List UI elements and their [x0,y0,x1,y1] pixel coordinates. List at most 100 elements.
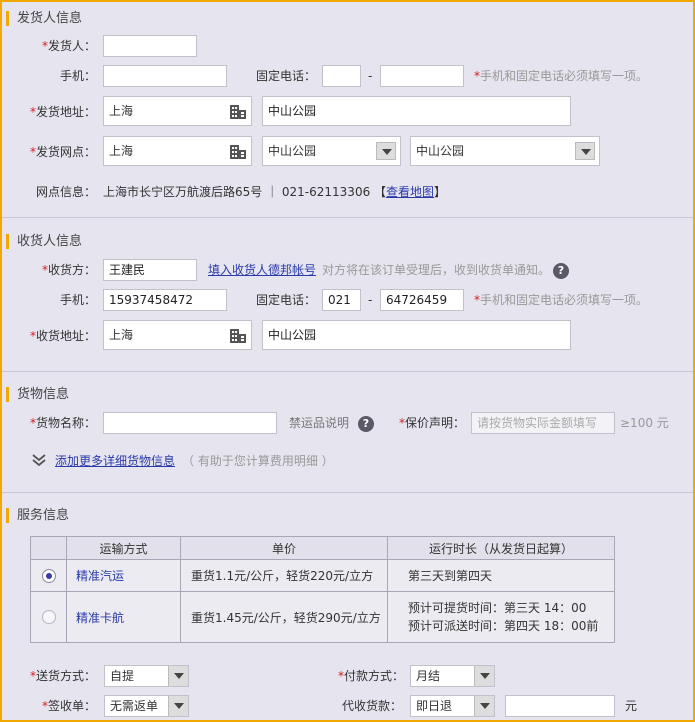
sender-name-label: *发货人： [41,39,96,53]
sender-phone-input[interactable] [380,65,464,87]
cod-label: 代收货款： [342,699,403,713]
sign-label: *签收单： [41,699,96,713]
chevron-down-icon [376,142,396,160]
order-form: 发货人信息 *发货人： 手机： 固定电话： - *手机和固定电话必须填写一项。 … [0,0,695,722]
building-icon [230,145,246,159]
goods-section-title: 货物信息 [6,387,69,402]
chevron-down-icon [474,666,494,686]
receiver-section-title: 收货人信息 [6,234,82,249]
select-value: 自提 [110,669,135,683]
chevron-down-icon [168,666,188,686]
goods-name-label: *货物名称： [29,416,96,430]
select-value: 月结 [416,669,441,683]
method-name: 精准汽运 [66,559,181,592]
section-divider [2,492,693,493]
receiver-address-detail-input[interactable]: 中山公园 [262,320,571,350]
insure-min-hint: ≥100 元 [620,416,669,430]
service-section-title: 服务信息 [6,508,69,523]
receiver-mobile-label: 手机： [59,293,96,307]
chevron-down-icon [168,696,188,716]
sender-city-value: 上海 [109,104,134,118]
double-chevron-down-icon[interactable] [32,454,46,466]
pickup-time: 预计可提货时间：第三天 14：00 [408,601,587,615]
method-price: 重货1.45元/公斤，轻货290元/立方 [180,591,388,643]
table-row[interactable]: 精准卡航 重货1.45元/公斤，轻货290元/立方 预计可提货时间：第三天 14… [30,591,615,643]
sender-mobile-label: 手机： [59,69,96,83]
sender-section-title: 发货人信息 [6,11,82,26]
sender-address-detail-input[interactable]: 中山公园 [262,96,571,126]
payment-select[interactable]: 月结 [410,665,495,687]
table-header-row: 运输方式 单价 运行时长（从发货日起算） [30,536,615,560]
section-divider [2,217,693,218]
receiver-mobile-input[interactable]: 15937458472 [103,289,227,311]
receiver-area-code-input[interactable]: 021 [322,289,361,311]
radio-unselected[interactable] [41,610,56,625]
forbidden-goods-label: 禁运品说明 [289,416,350,430]
method-name: 精准卡航 [66,591,181,643]
sender-network-district-select[interactable]: 中山公园 [262,136,401,166]
receiver-name-input[interactable]: 王建民 [103,259,197,281]
goods-details-hint: （ 有助于您计算费用明细 ） [182,454,334,468]
receiver-phone-hint: *手机和固定电话必须填写一项。 [474,293,649,307]
select-value: 无需返单 [110,699,159,713]
network-info-label: 网点信息： [35,185,96,199]
cod-amount-input[interactable] [505,695,615,717]
table-row[interactable]: 精准汽运 重货1.1元/公斤，轻货220元/立方 第三天到第四天 [30,559,615,592]
sender-network-label: *发货网点： [29,145,96,159]
sender-phone-label: 固定电话： [256,69,317,83]
receiver-city-picker[interactable]: 上海 [103,320,252,350]
chevron-down-icon [575,142,595,160]
shipping-method-table: 运输方式 单价 运行时长（从发货日起算） 精准汽运 重货1.1元/公斤，轻货22… [30,536,615,643]
radio-cell[interactable] [30,591,67,643]
account-hint: 对方将在该订单受理后，收到收货单通知。 [322,263,551,277]
insure-amount-input[interactable]: 请按货物实际金额填写 [471,412,615,434]
select-value: 中山公园 [268,144,317,158]
goods-name-input[interactable] [103,412,277,434]
view-map-link[interactable]: 查看地图 [386,185,434,199]
sender-network-city-value: 上海 [109,144,134,158]
section-divider [2,371,693,372]
receiver-city-value: 上海 [109,328,134,342]
dash-separator: - [368,69,373,83]
cod-unit: 元 [625,699,638,713]
delivery-time: 预计可派送时间：第四天 18：00前 [408,619,599,633]
sender-address-label: *发货地址： [29,105,96,119]
sender-area-code-input[interactable] [322,65,361,87]
chevron-down-icon [474,696,494,716]
table-header: 运输方式 [66,536,181,560]
receiver-name-label: *收货方： [41,263,96,277]
help-icon[interactable]: ? [553,263,569,279]
radio-selected[interactable] [41,568,56,583]
cod-select[interactable]: 即日退 [410,695,495,717]
select-value: 即日退 [416,699,453,713]
method-time: 第三天到第四天 [387,559,615,592]
sender-network-point-select[interactable]: 中山公园 [410,136,600,166]
radio-cell[interactable] [30,559,67,592]
help-icon[interactable]: ? [358,416,374,432]
receiver-phone-label: 固定电话： [256,293,317,307]
receiver-phone-input[interactable]: 64726459 [380,289,464,311]
building-icon [230,329,246,343]
table-header: 运行时长（从发货日起算） [387,536,615,560]
receiver-address-label: *收货地址： [29,329,96,343]
sender-city-picker[interactable]: 上海 [103,96,252,126]
sign-select[interactable]: 无需返单 [104,695,189,717]
method-price: 重货1.1元/公斤，轻货220元/立方 [180,559,388,592]
select-value: 中山公园 [416,144,465,158]
table-header: 单价 [180,536,388,560]
add-goods-details-link[interactable]: 添加更多详细货物信息 [55,453,175,469]
sender-phone-hint: *手机和固定电话必须填写一项。 [474,69,649,83]
sender-name-input[interactable] [103,35,197,57]
dash-separator: - [368,293,373,307]
table-header-radio [30,536,67,560]
sender-mobile-input[interactable] [103,65,227,87]
building-icon [230,105,246,119]
network-info-text: 上海市长宁区万航渡后路65号 ｜ 021-62113306 【查看地图】 [103,185,447,199]
delivery-label: *送货方式： [29,669,96,683]
delivery-select[interactable]: 自提 [104,665,189,687]
payment-label: *付款方式： [338,669,405,683]
insure-label: *保价声明： [399,416,466,430]
method-time: 预计可提货时间：第三天 14：00 预计可派送时间：第四天 18：00前 [387,591,615,643]
sender-network-city-picker[interactable]: 上海 [103,136,252,166]
fill-account-link[interactable]: 填入收货人德邦帐号 [208,262,316,278]
